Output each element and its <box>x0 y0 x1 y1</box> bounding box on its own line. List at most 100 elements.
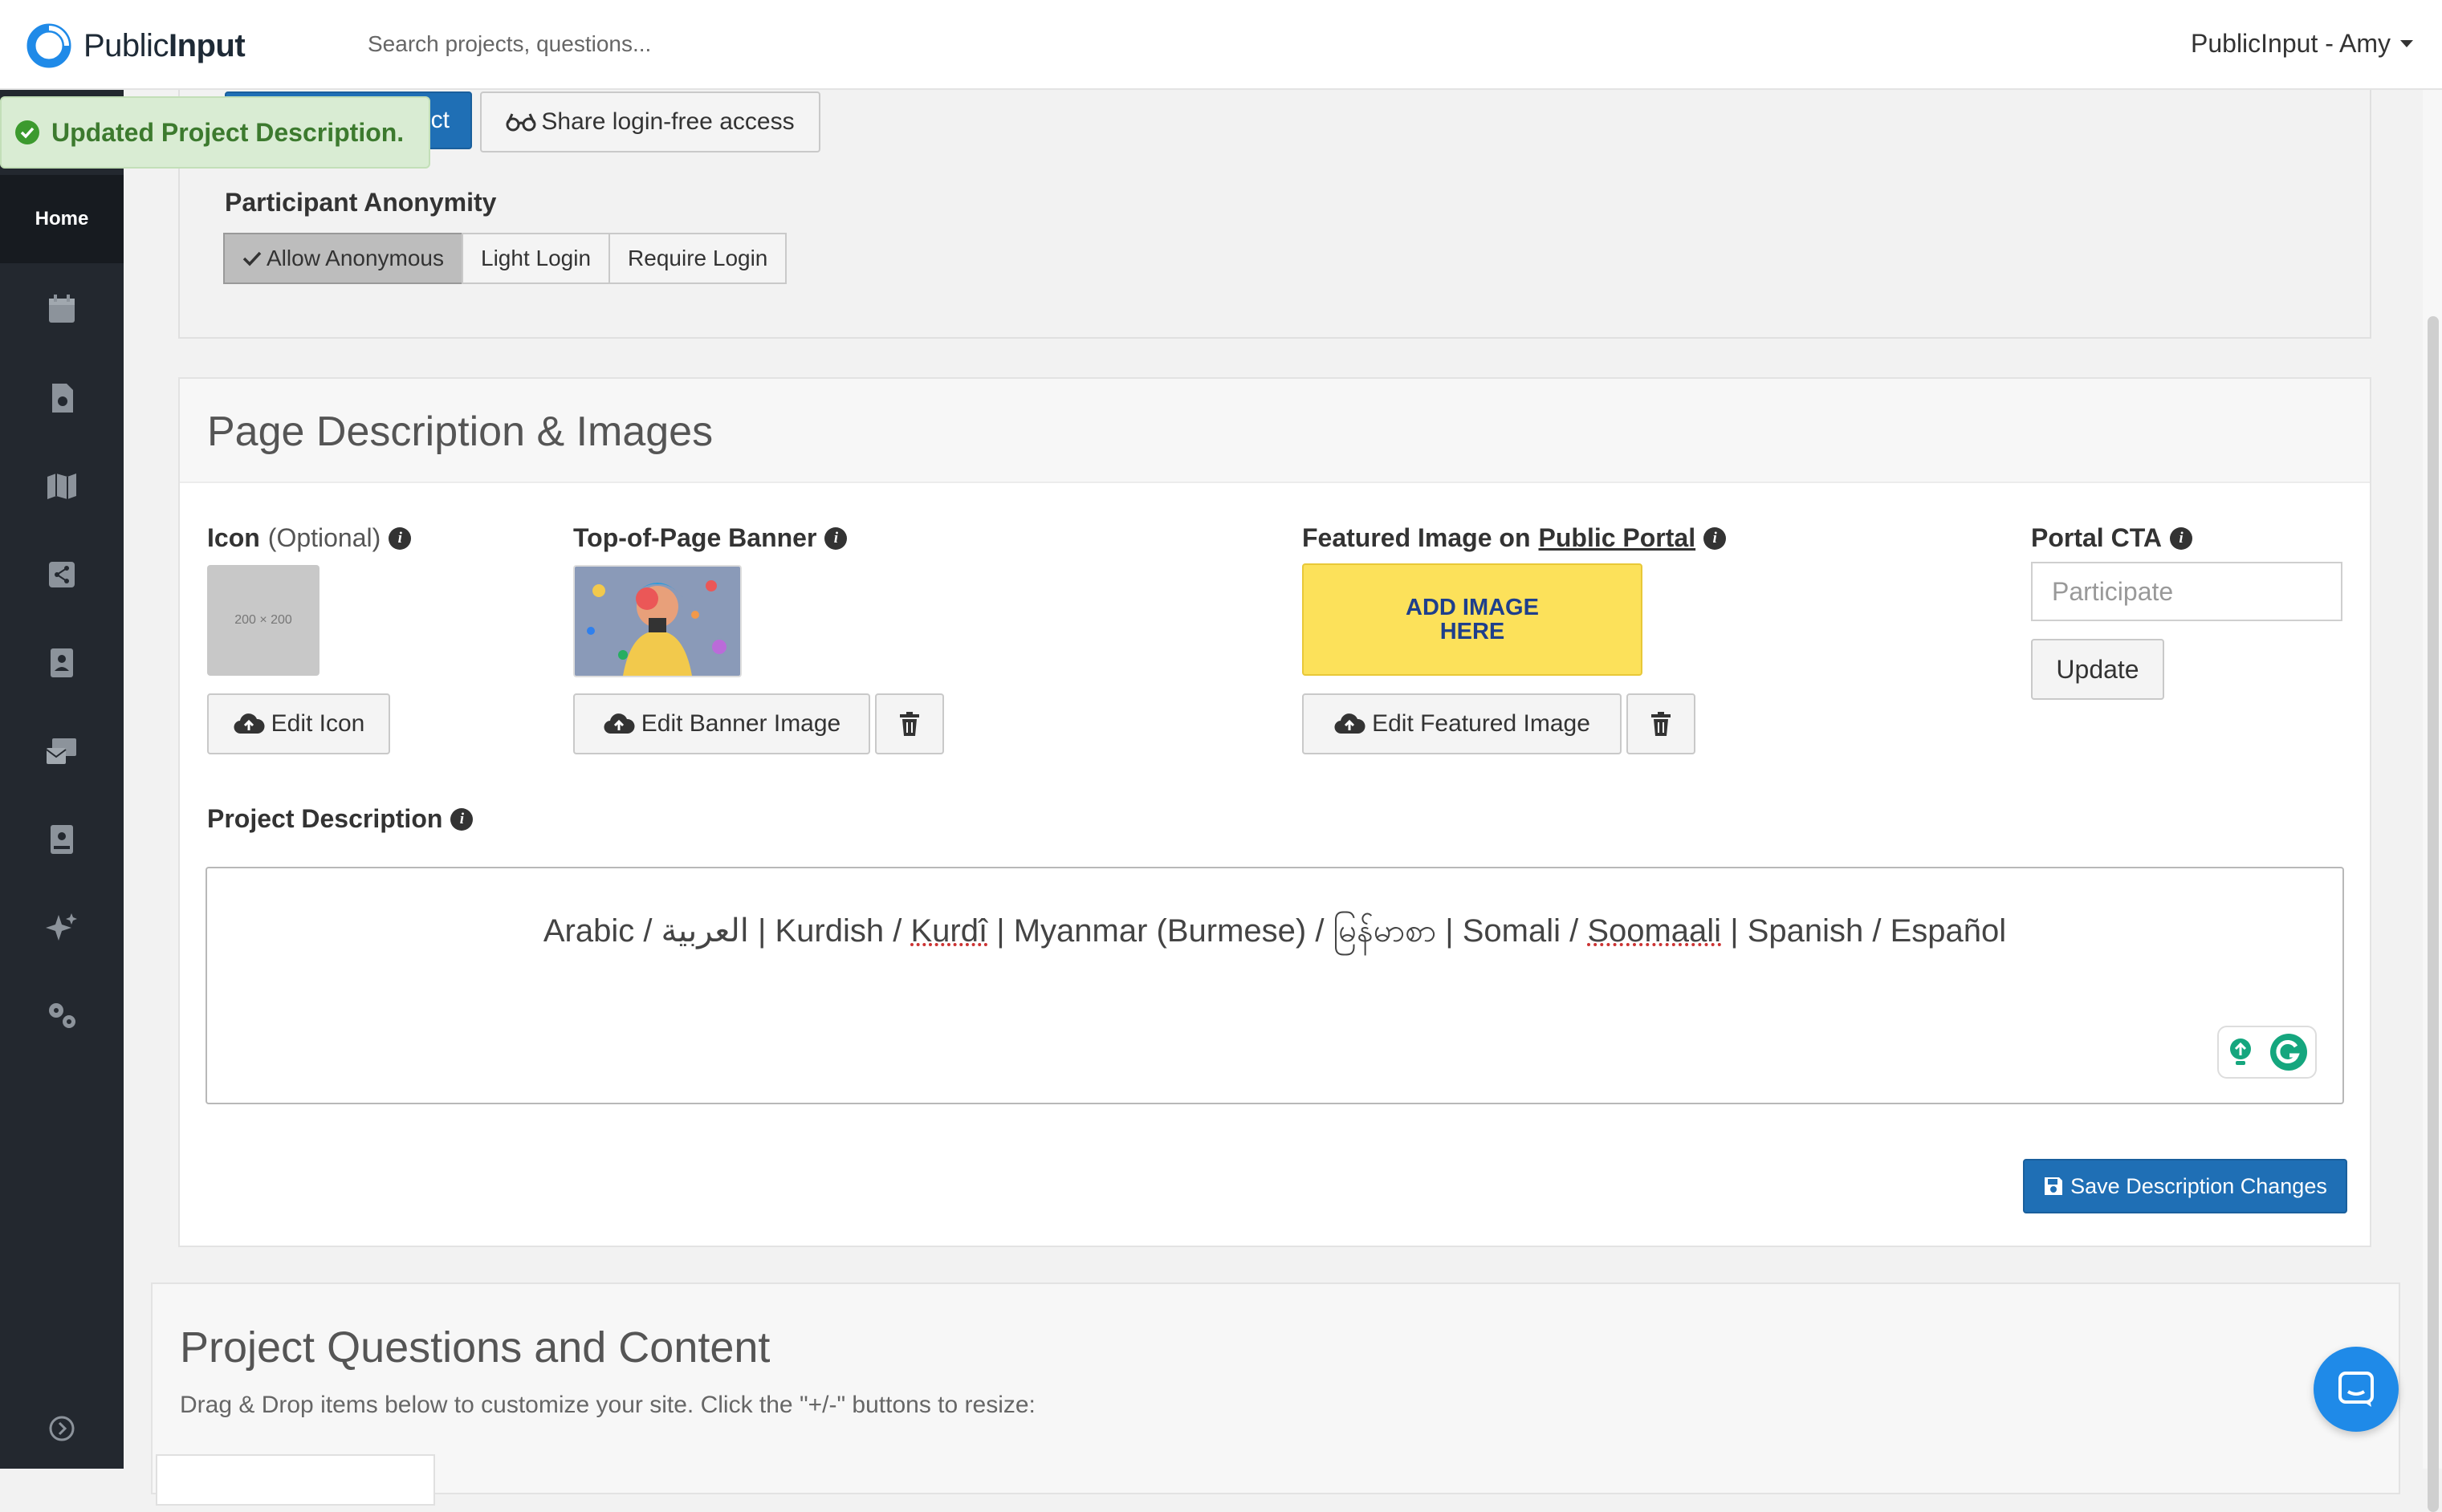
settings-icon[interactable] <box>44 998 79 1034</box>
portal-cta-label-text: Portal CTA <box>2031 523 2162 552</box>
delete-featured-image-button[interactable] <box>1626 693 1695 754</box>
info-icon[interactable]: i <box>450 807 474 831</box>
add-image-text-line2: HERE <box>1439 619 1505 644</box>
chat-icon <box>2338 1372 2374 1407</box>
add-image-placeholder[interactable]: ADD IMAGE HERE <box>1302 563 1642 676</box>
edit-banner-label: Edit Banner Image <box>641 710 841 737</box>
anonymity-option-light-login[interactable]: Light Login <box>462 233 611 284</box>
portal-cta-input[interactable] <box>2031 562 2342 621</box>
cloud-upload-icon <box>604 713 635 734</box>
chat-launcher-button[interactable] <box>2314 1347 2399 1432</box>
grammarly-icon <box>2270 1034 2307 1071</box>
panel-header: Page Description & Images <box>180 379 2370 483</box>
update-cta-label: Update <box>2056 654 2139 684</box>
separator: | <box>1436 913 1463 949</box>
logo-text: PublicInput <box>83 27 246 63</box>
check-icon <box>242 251 262 266</box>
separator: | <box>1721 913 1748 949</box>
edit-icon-label: Edit Icon <box>271 710 365 737</box>
public-portal-link[interactable]: Public Portal <box>1539 523 1696 553</box>
editor-text-kurdish-word: Kurdî <box>910 913 988 949</box>
lightbulb-icon <box>2230 1038 2251 1065</box>
sparkle-icon[interactable] <box>44 910 79 945</box>
anonymity-option-require-login[interactable]: Require Login <box>608 233 788 284</box>
anonymity-option-allow-anonymous[interactable]: Allow Anonymous <box>223 233 464 284</box>
info-icon[interactable]: i <box>824 526 848 550</box>
save-description-button[interactable]: Save Description Changes <box>2023 1159 2347 1213</box>
anonymity-option-label: Require Login <box>628 246 768 270</box>
editor-text: Arabic / العربية | Kurdish / Kurdî | Mya… <box>207 910 2342 957</box>
scrollbar-thumb[interactable] <box>2428 316 2439 1512</box>
update-cta-button[interactable]: Update <box>2031 639 2164 700</box>
icon-placeholder: 200 × 200 <box>207 565 319 676</box>
editor-text-spanish: Spanish / Español <box>1747 913 2007 949</box>
caret-down-icon <box>2400 40 2413 47</box>
project-description-label: Project Description i <box>207 804 474 834</box>
share-icon[interactable] <box>44 557 79 592</box>
grammarly-widget[interactable] <box>2217 1026 2317 1079</box>
info-icon[interactable]: i <box>1703 526 1727 550</box>
banner-label-text: Top-of-Page Banner <box>573 523 817 552</box>
editor-text-arabic: Arabic / العربية <box>543 913 749 949</box>
icon-label: Icon (Optional) i <box>207 523 412 553</box>
icon-optional-text: (Optional) <box>267 523 381 552</box>
share-login-free-button[interactable]: Share login-free access <box>480 91 820 152</box>
anonymity-option-label: Allow Anonymous <box>267 246 445 270</box>
separator: | <box>748 913 775 949</box>
project-questions-panel: Project Questions and Content Drag & Dro… <box>151 1282 2400 1506</box>
logo-icon <box>26 23 71 68</box>
panel-title: Page Description & Images <box>207 408 714 455</box>
save-description-label: Save Description Changes <box>2070 1173 2327 1198</box>
separator: | <box>987 913 1014 949</box>
info-icon[interactable]: i <box>2169 526 2192 550</box>
banner-label: Top-of-Page Banner i <box>573 523 848 553</box>
mail-icon[interactable] <box>44 734 79 769</box>
expand-icon[interactable] <box>44 1411 79 1446</box>
cloud-upload-icon <box>234 713 265 734</box>
sidebar-item-home[interactable]: Home <box>0 175 124 263</box>
questions-panel-title: Project Questions and Content <box>180 1323 771 1372</box>
banner-image <box>575 567 740 676</box>
trash-icon <box>900 712 919 736</box>
info-icon[interactable]: i <box>389 526 412 550</box>
participant-anonymity-label: Participant Anonymity <box>225 188 497 217</box>
edit-featured-image-button[interactable]: Edit Featured Image <box>1302 693 1622 754</box>
edit-banner-button[interactable]: Edit Banner Image <box>573 693 870 754</box>
edit-icon-button[interactable]: Edit Icon <box>207 693 390 754</box>
anonymity-option-label: Light Login <box>481 246 592 270</box>
project-settings-panel: ct Share login-free access Participant A… <box>178 87 2371 339</box>
glasses-icon <box>506 113 536 132</box>
toast-message: Updated Project Description. <box>51 117 405 147</box>
banner-image-thumbnail[interactable] <box>573 565 742 677</box>
editor-text-somali-word: Soomaali <box>1587 913 1722 949</box>
view-project-button-label: ct <box>430 107 450 133</box>
page-description-panel: Page Description & Images Icon (Optional… <box>178 377 2371 1247</box>
user-menu[interactable]: PublicInput - Amy <box>2191 29 2413 59</box>
map-icon[interactable] <box>44 469 79 504</box>
edit-featured-image-label: Edit Featured Image <box>1372 710 1590 737</box>
check-circle-icon <box>15 120 39 144</box>
featured-image-label-prefix: Featured Image on <box>1302 523 1531 552</box>
search-input[interactable] <box>366 30 1011 58</box>
save-icon <box>2045 1177 2063 1195</box>
page-scrollbar[interactable] <box>2423 88 2442 1512</box>
editor-text-myanmar: Myanmar (Burmese) / မြန်မာစာ <box>1013 913 1437 949</box>
document-icon[interactable] <box>44 380 79 416</box>
book-icon[interactable] <box>44 822 79 857</box>
question-item-card[interactable] <box>156 1454 435 1506</box>
sidebar: Home <box>0 88 124 1469</box>
top-bar: PublicInput PublicInput - Amy <box>0 0 2442 90</box>
featured-image-label: Featured Image on Public Portal i <box>1302 523 1727 553</box>
portal-cta-label: Portal CTA i <box>2031 523 2192 553</box>
logo[interactable]: PublicInput <box>26 22 246 69</box>
cloud-upload-icon <box>1334 713 1365 734</box>
icon-label-text: Icon <box>207 523 260 552</box>
share-login-free-label: Share login-free access <box>541 108 795 135</box>
add-image-text: ADD IMAGE <box>1406 595 1539 620</box>
project-description-editor[interactable]: Arabic / العربية | Kurdish / Kurdî | Mya… <box>206 867 2344 1104</box>
contacts-icon[interactable] <box>44 645 79 681</box>
delete-banner-button[interactable] <box>875 693 944 754</box>
user-menu-label: PublicInput - Amy <box>2191 29 2391 58</box>
calendar-icon[interactable] <box>44 292 79 327</box>
success-toast[interactable]: Updated Project Description. <box>0 96 430 169</box>
